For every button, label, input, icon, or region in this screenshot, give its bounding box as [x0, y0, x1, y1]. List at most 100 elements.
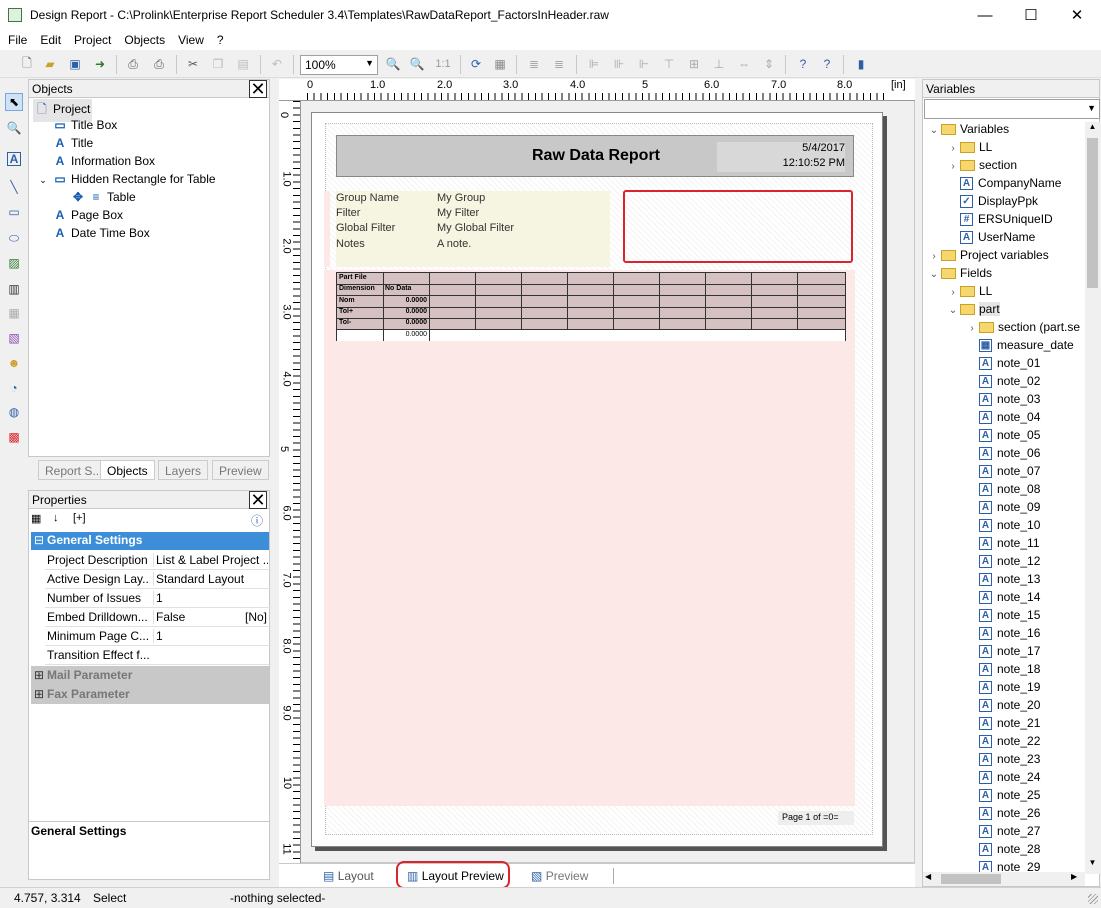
menu-edit[interactable]: Edit [32, 30, 66, 47]
same-height-icon[interactable]: ⇕ [760, 55, 778, 73]
variable-tree-item[interactable]: Anote_07 [965, 464, 1040, 479]
print-preview-icon[interactable]: ⎙ [150, 55, 168, 73]
variable-tree-item[interactable]: Anote_10 [965, 518, 1040, 533]
data-table[interactable]: Part File Dimension No Data Nom 0.0000 T… [336, 272, 846, 341]
variables-search-input[interactable]: ▼ [924, 99, 1100, 119]
chevron-right-icon[interactable]: › [946, 287, 960, 298]
variable-tree-item[interactable]: Anote_17 [965, 644, 1040, 659]
chevron-down-icon[interactable]: ⌄ [946, 305, 960, 316]
save-icon[interactable]: ▣ [66, 55, 84, 73]
barcode-tool-icon[interactable]: ▥ [5, 280, 23, 298]
cut-icon[interactable]: ✂ [184, 55, 202, 73]
form-tool-icon[interactable]: ▧ [5, 329, 23, 347]
tree-title-box[interactable]: ▭ Title Box [53, 118, 117, 132]
vertical-scrollbar[interactable]: ▲ ▼ [1085, 122, 1100, 874]
variable-tree-item[interactable]: Anote_18 [965, 662, 1040, 677]
categorized-icon[interactable]: ▦ [31, 512, 41, 525]
copy-icon[interactable]: ❐ [209, 55, 227, 73]
scroll-down-icon[interactable]: ▼ [1085, 858, 1100, 872]
line-tool-icon[interactable]: ╲ [5, 178, 23, 196]
variable-tree-item[interactable]: › Project variables [927, 248, 1048, 262]
paste-icon[interactable]: ▤ [234, 55, 252, 73]
tab-report-structure[interactable]: Report S... [38, 460, 110, 480]
variable-tree-item[interactable]: Anote_15 [965, 608, 1040, 623]
zoom-select[interactable]: 100% ▼ [300, 55, 378, 75]
zoom-tool-icon[interactable]: 🔍 [5, 119, 23, 137]
variable-tree-item[interactable]: Anote_04 [965, 410, 1040, 425]
close-icon[interactable]: ✕ [249, 80, 267, 98]
table-tool-icon[interactable]: ▦ [5, 304, 23, 322]
bookmark-icon[interactable]: ▮ [852, 55, 870, 73]
variable-tree-item[interactable]: Anote_25 [965, 788, 1040, 803]
maximize-button[interactable]: ☐ [1008, 0, 1054, 30]
variable-tree-item[interactable]: Anote_19 [965, 680, 1040, 695]
menu-objects[interactable]: Objects [116, 30, 170, 47]
variable-tree-item[interactable]: Anote_23 [965, 752, 1040, 767]
chevron-right-icon[interactable]: › [927, 251, 941, 262]
title-box[interactable]: Raw Data Report 5/4/2017 12:10:52 PM [336, 135, 854, 177]
close-window-button[interactable]: ✕ [1054, 0, 1100, 30]
align-top-icon[interactable]: ⊤ [660, 55, 678, 73]
variable-tree-item[interactable]: › section [946, 158, 1017, 172]
variable-tree-item[interactable]: ⌄ Variables [927, 122, 1009, 136]
variable-tree-item[interactable]: Anote_09 [965, 500, 1040, 515]
variable-tree-item[interactable]: Anote_02 [965, 374, 1040, 389]
scroll-up-icon[interactable]: ▲ [1085, 122, 1100, 136]
tab-layers[interactable]: Layers [158, 460, 209, 480]
align-left-icon[interactable]: ⊫ [585, 55, 603, 73]
align-center-icon[interactable]: ⊪ [610, 55, 628, 73]
variable-tree-item[interactable]: Anote_28 [965, 842, 1040, 857]
group-general-settings[interactable]: ⊟ General Settings [31, 532, 269, 550]
tree-title[interactable]: A Title [53, 136, 94, 150]
variable-tree-item[interactable]: Anote_26 [965, 806, 1040, 821]
user-object-tool-icon[interactable]: ☻ [5, 354, 23, 372]
variable-tree-item[interactable]: › section (part.se [965, 320, 1080, 334]
menu-file[interactable]: File [0, 30, 32, 47]
horizontal-scrollbar[interactable]: ◀ ▶ [923, 872, 1085, 886]
variable-tree-item[interactable]: Anote_22 [965, 734, 1040, 749]
select-tool-icon[interactable]: ⬉ [5, 93, 23, 111]
variable-tree-item[interactable]: Anote_11 [965, 536, 1040, 551]
variable-tree-item[interactable]: Anote_12 [965, 554, 1040, 569]
tab-objects[interactable]: Objects [100, 460, 155, 480]
property-row[interactable]: Active Design Lay... Standard Layout [45, 570, 271, 589]
tree-information-box[interactable]: A Information Box [53, 154, 155, 168]
tab-preview[interactable]: ▧ Preview [525, 866, 594, 886]
variable-tree-item[interactable]: A UserName [946, 230, 1035, 245]
tab-layout[interactable]: ▤ Layout [317, 866, 380, 886]
align-middle-icon[interactable]: ⊞ [685, 55, 703, 73]
variable-tree-item[interactable]: Anote_08 [965, 482, 1040, 497]
group-fax-parameter[interactable]: ⊞ Fax Parameter [31, 685, 269, 704]
resize-grip[interactable] [1088, 894, 1098, 904]
tab-preview[interactable]: Preview [212, 460, 269, 480]
scrollbar-thumb[interactable] [1087, 138, 1098, 288]
tree-table[interactable]: ✥ ≡ Table [71, 190, 136, 204]
scroll-left-icon[interactable]: ◀ [925, 872, 931, 881]
variable-tree-item[interactable]: A CompanyName [946, 176, 1061, 191]
chevron-down-icon[interactable]: ⌄ [927, 269, 941, 280]
open-folder-icon[interactable]: ▰ [41, 55, 59, 73]
menu-project[interactable]: Project [66, 30, 116, 47]
same-width-icon[interactable]: ⇔ [735, 55, 753, 73]
property-row[interactable]: Minimum Page C... 1 [45, 627, 271, 646]
variable-tree-item[interactable]: Anote_27 [965, 824, 1040, 839]
export-icon[interactable]: ➜ [91, 55, 109, 73]
info-icon[interactable]: ⓘ [251, 512, 263, 529]
property-row[interactable]: Project Description List & Label Project … [45, 551, 271, 570]
property-row[interactable]: Embed Drilldown... False [No] [45, 608, 271, 627]
tree-page-box[interactable]: A Page Box [53, 208, 123, 222]
variable-tree-item[interactable]: Anote_24 [965, 770, 1040, 785]
globe-tool-icon[interactable]: ◍ [5, 403, 23, 421]
variable-tree-item[interactable]: Anote_21 [965, 716, 1040, 731]
gauge-tool-icon[interactable]: ◔ [5, 379, 23, 397]
help-icon[interactable]: ? [794, 55, 812, 73]
layer-icon[interactable]: ▦ [491, 55, 509, 73]
close-icon[interactable]: ✕ [249, 491, 267, 509]
zoom-out-icon[interactable]: 🔍 [408, 55, 426, 73]
scrollbar-thumb[interactable] [941, 874, 1001, 884]
variable-tree-item[interactable]: ▦ measure_date [965, 338, 1074, 353]
tree-hidden-rectangle[interactable]: ⌄ ▭ Hidden Rectangle for Table [33, 172, 215, 186]
group-mail-parameter[interactable]: ⊞ Mail Parameter [31, 666, 269, 685]
image-tool-icon[interactable]: ▨ [5, 254, 23, 272]
menu-help[interactable]: ? [209, 30, 229, 47]
